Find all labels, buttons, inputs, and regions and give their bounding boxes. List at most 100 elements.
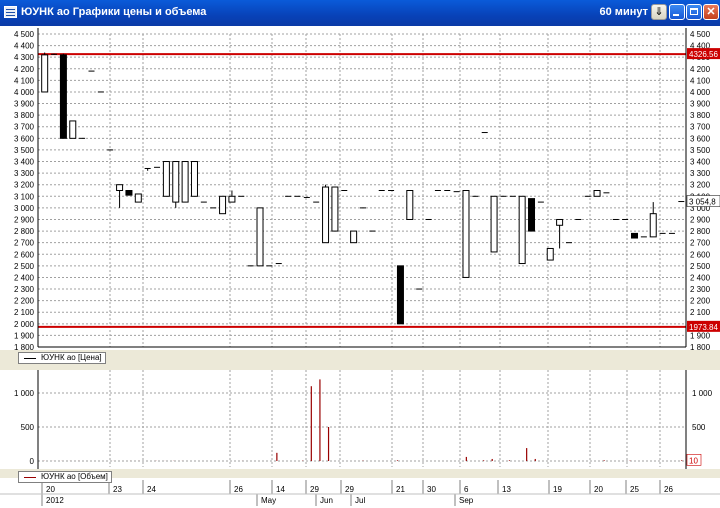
- last-price-label: 3 054,8: [689, 198, 716, 207]
- time-axis-label: 19: [553, 485, 562, 494]
- price-tick-label-right: 2 600: [690, 250, 711, 259]
- price-volume-chart[interactable]: 1 8001 8001 9001 9002 0002 0002 1002 100…: [0, 0, 720, 508]
- price-tick-label-right: 2 400: [690, 273, 711, 282]
- candle-body: [41, 54, 49, 93]
- price-tick-label: 3 400: [14, 158, 35, 167]
- candle-body: [631, 232, 639, 239]
- candle-body: [331, 186, 339, 232]
- price-tick-label: 3 300: [14, 169, 35, 178]
- price-tick-label-right: 1 800: [690, 343, 711, 352]
- price-tick-label: 2 700: [14, 239, 35, 248]
- volume-legend-label: ЮУНК ао [Объем]: [41, 472, 108, 481]
- time-axis-label: 20: [594, 485, 603, 494]
- legend-swatch: [24, 358, 36, 359]
- price-tick-label: 2 600: [14, 250, 35, 259]
- candle-body: [162, 161, 170, 197]
- price-tick-label-right: 3 300: [690, 169, 711, 178]
- price-tick-label: 2 100: [14, 308, 35, 317]
- time-axis-label: 30: [427, 485, 436, 494]
- candle-body: [181, 161, 189, 203]
- chart-background: [0, 26, 720, 508]
- price-tick-label-right: 4 500: [690, 30, 711, 39]
- price-tick-label-right: 3 800: [690, 111, 711, 120]
- upper-level-label: 4326.56: [689, 50, 718, 59]
- price-tick-label: 4 400: [14, 42, 35, 51]
- time-axis-label: 26: [664, 485, 673, 494]
- price-tick-label: 2 200: [14, 297, 35, 306]
- lower-level-label: 1973.84: [689, 323, 718, 332]
- candle-body: [125, 190, 133, 196]
- price-tick-label-right: 4 100: [690, 76, 711, 85]
- time-axis-period-label: 2012: [46, 496, 64, 505]
- price-tick-label: 3 000: [14, 204, 35, 213]
- time-axis-label: 21: [396, 485, 405, 494]
- candle-body: [134, 193, 142, 203]
- price-tick-label: 3 600: [14, 134, 35, 143]
- candle-body: [546, 247, 554, 261]
- price-tick-label-right: 4 200: [690, 65, 711, 74]
- price-tick-label: 2 500: [14, 262, 35, 271]
- candle-body: [593, 190, 601, 197]
- price-tick-label-right: 2 500: [690, 262, 711, 271]
- volume-legend[interactable]: ЮУНК ао [Объем]: [18, 471, 112, 483]
- candle-body: [190, 161, 198, 197]
- price-tick-label-right: 1 900: [690, 331, 711, 340]
- candle-body: [462, 190, 470, 278]
- candle-body: [518, 195, 526, 265]
- time-axis-label: 25: [630, 485, 639, 494]
- time-axis-label: 29: [310, 485, 319, 494]
- volume-tick-label: 500: [21, 423, 35, 432]
- panel-splitter[interactable]: [0, 350, 720, 370]
- time-axis-period-label: Jul: [355, 496, 365, 505]
- volume-tick-label-right: 1 000: [692, 389, 713, 398]
- time-axis-label: 24: [147, 485, 156, 494]
- price-legend[interactable]: ЮУНК ао [Цена]: [18, 352, 106, 364]
- candle-body: [396, 265, 404, 325]
- volume-tick-label: 0: [30, 457, 35, 466]
- price-tick-label-right: 3 200: [690, 181, 711, 190]
- price-tick-label-right: 2 700: [690, 239, 711, 248]
- price-tick-label: 2 000: [14, 320, 35, 329]
- price-tick-label: 2 800: [14, 227, 35, 236]
- time-axis-label: 23: [113, 485, 122, 494]
- candle-body: [172, 161, 180, 203]
- price-tick-label: 3 800: [14, 111, 35, 120]
- price-tick-label-right: 2 900: [690, 215, 711, 224]
- volume-tick-label-right: 500: [692, 423, 706, 432]
- price-tick-label-right: 2 200: [690, 297, 711, 306]
- price-tick-label: 2 300: [14, 285, 35, 294]
- price-tick-label: 4 100: [14, 76, 35, 85]
- price-tick-label: 4 200: [14, 65, 35, 74]
- price-tick-label-right: 3 400: [690, 158, 711, 167]
- candle-body: [649, 213, 657, 238]
- candle-body: [69, 120, 77, 139]
- time-axis-label: 29: [345, 485, 354, 494]
- price-tick-label-right: 3 700: [690, 123, 711, 132]
- candle-body: [219, 195, 227, 215]
- price-tick-label: 3 900: [14, 100, 35, 109]
- last-volume-label: 10: [689, 456, 698, 465]
- time-axis-period-label: Sep: [459, 496, 474, 505]
- price-tick-label-right: 4 000: [690, 88, 711, 97]
- price-tick-label-right: 3 900: [690, 100, 711, 109]
- price-tick-label-right: 3 500: [690, 146, 711, 155]
- price-tick-label: 4 500: [14, 30, 35, 39]
- price-tick-label: 3 700: [14, 123, 35, 132]
- candle-body: [406, 190, 414, 220]
- legend-swatch: [24, 477, 36, 478]
- candle-body: [350, 230, 358, 244]
- candle-body: [228, 195, 236, 203]
- time-axis-label: 6: [464, 485, 469, 494]
- price-tick-label: 1 800: [14, 343, 35, 352]
- time-axis-label: 14: [276, 485, 285, 494]
- time-axis-period-label: May: [261, 496, 276, 505]
- time-axis-label: 13: [502, 485, 511, 494]
- candle-body: [556, 218, 564, 226]
- price-tick-label: 1 900: [14, 331, 35, 340]
- price-tick-label-right: 2 300: [690, 285, 711, 294]
- candle-body: [116, 184, 124, 192]
- price-legend-label: ЮУНК ао [Цена]: [41, 353, 102, 362]
- candle-body: [59, 54, 67, 139]
- price-tick-label: 3 100: [14, 192, 35, 201]
- time-axis-period-label: Jun: [320, 496, 333, 505]
